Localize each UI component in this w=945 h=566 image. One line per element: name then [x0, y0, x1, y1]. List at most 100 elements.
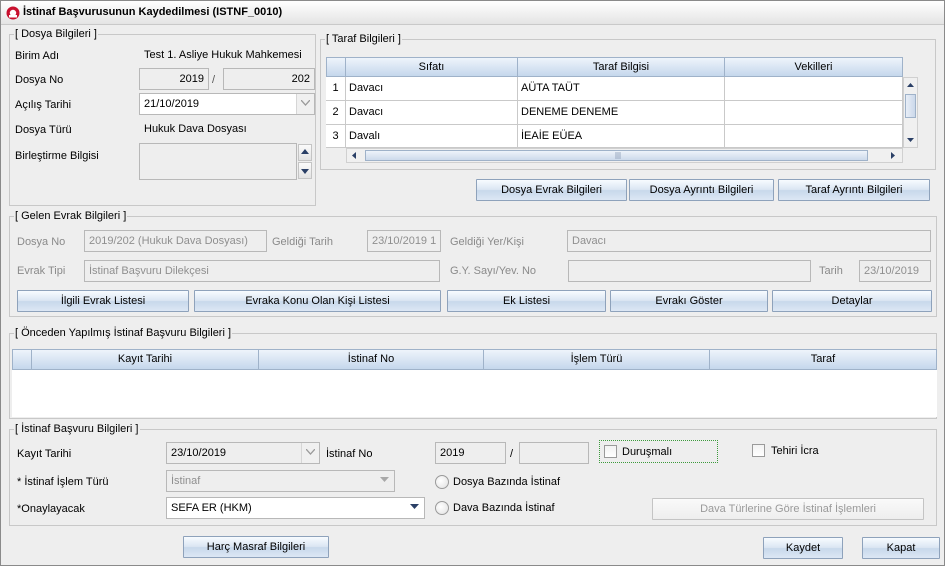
evraki-goster-button[interactable]: Evrakı Göster: [610, 290, 768, 312]
evrak-tipi-field: İstinaf Başvuru Dilekçesi: [84, 260, 440, 282]
islem-turu-dropdown-icon: [376, 471, 394, 491]
istinaf-no-separator: /: [510, 448, 514, 460]
taraf-cell-sifat[interactable]: Davalı: [346, 125, 518, 148]
taraf-col-vekil[interactable]: Vekilleri: [725, 57, 903, 77]
birlestirme-scroll-up-icon[interactable]: [298, 144, 312, 161]
birlestirme-bilgisi-label: Birleştirme Bilgisi: [15, 150, 99, 162]
taraf-col-sifat[interactable]: Sıfatı: [346, 57, 518, 77]
scroll-right-icon[interactable]: [888, 149, 898, 162]
durusmali-label: Duruşmalı: [622, 446, 673, 458]
title-bar: İstinaf Başvurusunun Kaydedilmesi (ISTNF…: [1, 1, 944, 25]
taraf-cell-bilgi[interactable]: İEAİE EÜEA: [518, 125, 725, 148]
gelen-evrak-title: [ Gelen Evrak Bilgileri ]: [14, 210, 128, 222]
taraf-horizontal-thumb[interactable]: [365, 150, 868, 161]
dosya-no-number-field: 202: [223, 68, 315, 90]
dosya-bazinda-istinaf-label: Dosya Bazında İstinaf: [453, 476, 561, 488]
onceden-table-corner: [12, 349, 32, 370]
dosya-no-label: Dosya No: [15, 74, 64, 86]
scroll-left-icon[interactable]: [349, 149, 359, 162]
istinaf-islem-turu-label: * İstinaf İşlem Türü: [17, 476, 109, 488]
birlestirme-scroll-down-icon[interactable]: [298, 162, 312, 179]
taraf-row-number[interactable]: 2: [326, 101, 346, 125]
birim-adi-label: Birim Adı: [15, 50, 60, 62]
birlestirme-bilgisi-textarea[interactable]: [139, 143, 297, 180]
kayit-tarihi-label: Kayıt Tarihi: [17, 448, 72, 460]
onceden-col-islem-turu[interactable]: İşlem Türü: [484, 349, 710, 370]
gelen-dosya-no-field: 2019/202 (Hukuk Dava Dosyası): [84, 230, 267, 252]
onceden-col-kayit-tarihi[interactable]: Kayıt Tarihi: [32, 349, 259, 370]
taraf-col-bilgi[interactable]: Taraf Bilgisi: [518, 57, 725, 77]
istinaf-no-label: İstinaf No: [326, 448, 373, 460]
istinaf-no-number-field[interactable]: [519, 442, 589, 464]
taraf-vertical-scrollbar[interactable]: [903, 77, 918, 148]
gelen-tarih-field: 23/10/2019: [859, 260, 931, 282]
ek-listesi-button[interactable]: Ek Listesi: [447, 290, 606, 312]
kayit-tarihi-field[interactable]: 23/10/2019: [166, 442, 320, 464]
durusmali-focus-box[interactable]: Duruşmalı: [599, 440, 718, 463]
taraf-cell-vekil[interactable]: [725, 125, 903, 148]
gy-sayi-field: [568, 260, 811, 282]
taraf-horizontal-scrollbar[interactable]: [346, 148, 903, 163]
acilis-tarihi-label: Açılış Tarihi: [15, 99, 72, 111]
dava-turlerine-gore-istinaf-button[interactable]: Dava Türlerine Göre İstinaf İşlemleri: [652, 498, 924, 520]
istinaf-islem-turu-select: İstinaf: [166, 470, 395, 492]
onceden-table-body[interactable]: [12, 370, 937, 417]
taraf-cell-bilgi[interactable]: AÜTA TAÜT: [518, 77, 725, 101]
durusmali-checkbox[interactable]: [604, 445, 617, 458]
thumb-grip-icon: [615, 152, 621, 159]
istinaf-no-year-field[interactable]: 2019: [435, 442, 506, 464]
taraf-row-number[interactable]: 3: [326, 125, 346, 148]
main-window: İstinaf Başvurusunun Kaydedilmesi (ISTNF…: [0, 0, 945, 566]
dosya-evrak-bilgileri-button[interactable]: Dosya Evrak Bilgileri: [476, 179, 627, 201]
dosya-turu-field: Hukuk Dava Dosyası: [139, 118, 315, 140]
dosya-turu-label: Dosya Türü: [15, 124, 72, 136]
taraf-vertical-thumb[interactable]: [905, 94, 916, 118]
taraf-bilgileri-title: [ Taraf Bilgileri ]: [325, 33, 402, 45]
detaylar-button[interactable]: Detaylar: [772, 290, 932, 312]
dosya-no-year-field: 2019: [139, 68, 209, 90]
onceden-col-taraf[interactable]: Taraf: [710, 349, 937, 370]
window-title: İstinaf Başvurusunun Kaydedilmesi (ISTNF…: [23, 6, 283, 18]
dosya-bilgileri-title: [ Dosya Bilgileri ]: [14, 28, 98, 40]
tehiri-icra-label: Tehiri İcra: [771, 445, 819, 457]
ilgili-evrak-listesi-button[interactable]: İlgili Evrak Listesi: [17, 290, 189, 312]
taraf-cell-sifat[interactable]: Davacı: [346, 101, 518, 125]
tehiri-icra-checkbox[interactable]: [752, 444, 765, 457]
kayit-tarihi-dropdown-icon[interactable]: [301, 443, 319, 463]
geldigi-yer-label: Geldiği Yer/Kişi: [450, 236, 524, 248]
acilis-tarihi-field[interactable]: 21/10/2019: [139, 93, 315, 115]
dosya-no-separator: /: [212, 74, 216, 86]
onaylayacak-label: *Onaylayacak: [17, 503, 85, 515]
geldigi-yer-field: Davacı: [567, 230, 931, 252]
taraf-ayrinti-bilgileri-button[interactable]: Taraf Ayrıntı Bilgileri: [778, 179, 930, 201]
kaydet-button[interactable]: Kaydet: [763, 537, 843, 559]
taraf-cell-vekil[interactable]: [725, 101, 903, 125]
istinaf-basvuru-title: [ İstinaf Başvuru Bilgileri ]: [14, 423, 140, 435]
dosya-ayrinti-bilgileri-button[interactable]: Dosya Ayrıntı Bilgileri: [629, 179, 774, 201]
taraf-table-corner: [326, 57, 346, 77]
taraf-cell-vekil[interactable]: [725, 77, 903, 101]
onceden-istinaf-title: [ Önceden Yapılmış İstinaf Başvuru Bilgi…: [14, 327, 233, 339]
onceden-col-istinaf-no[interactable]: İstinaf No: [259, 349, 484, 370]
dava-bazinda-istinaf-radio[interactable]: [435, 501, 449, 515]
scroll-up-icon[interactable]: [904, 80, 917, 90]
app-logo-icon: [6, 6, 20, 20]
kapat-button[interactable]: Kapat: [862, 537, 940, 559]
gelen-dosya-no-label: Dosya No: [17, 236, 66, 248]
taraf-cell-bilgi[interactable]: DENEME DENEME: [518, 101, 725, 125]
onaylayacak-dropdown-icon[interactable]: [406, 498, 424, 518]
gelen-tarih-label: Tarih: [819, 265, 843, 277]
gy-sayi-label: G.Y. Sayı/Yev. No: [450, 265, 537, 277]
taraf-cell-sifat[interactable]: Davacı: [346, 77, 518, 101]
taraf-row-number[interactable]: 1: [326, 77, 346, 101]
geldigi-tarih-label: Geldiği Tarih: [272, 236, 333, 248]
onaylayacak-select[interactable]: SEFA ER (HKM): [166, 497, 425, 519]
acilis-tarihi-dropdown-icon[interactable]: [296, 94, 314, 114]
dava-bazinda-istinaf-label: Dava Bazında İstinaf: [453, 502, 555, 514]
geldigi-tarih-field: 23/10/2019 1: [367, 230, 441, 252]
dosya-bazinda-istinaf-radio[interactable]: [435, 475, 449, 489]
scroll-down-icon[interactable]: [904, 135, 917, 145]
harc-masraf-bilgileri-button[interactable]: Harç Masraf Bilgileri: [183, 536, 329, 558]
evrak-tipi-label: Evrak Tipi: [17, 265, 66, 277]
evraka-konu-olan-kisi-listesi-button[interactable]: Evraka Konu Olan Kişi Listesi: [194, 290, 441, 312]
